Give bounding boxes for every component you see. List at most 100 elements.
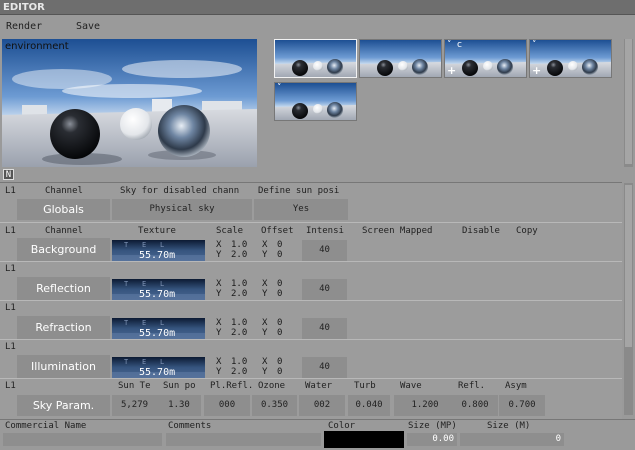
texture-thumbnail[interactable]: T E L 55.70m <box>112 240 205 261</box>
material-thumbnail[interactable]: ˅ c + <box>444 39 527 78</box>
sky-param-value[interactable]: 1.200 <box>394 395 456 416</box>
offset-x-value[interactable]: 0 <box>277 279 282 289</box>
save-menu-item[interactable]: Save <box>76 21 100 32</box>
texture-slot-letter: L <box>160 280 165 288</box>
size-m-label: Size (M) <box>487 421 531 431</box>
preview-scrollbar-thumb[interactable] <box>625 39 632 164</box>
scale-x-value[interactable]: 1.0 <box>231 357 247 367</box>
chevron-down-icon[interactable]: ˅ <box>277 83 282 93</box>
intensity-value[interactable]: 40 <box>302 240 347 261</box>
texture-slot-letter: E <box>142 280 147 288</box>
define-sun-value[interactable]: Yes <box>254 199 348 220</box>
intensity-value[interactable]: 40 <box>302 279 347 300</box>
channel-name-cell[interactable]: Reflection <box>17 277 110 301</box>
scale-x-axis-label: X <box>216 318 222 328</box>
scale-x-axis-label: X <box>216 357 222 367</box>
intensity-value[interactable]: 40 <box>302 318 347 339</box>
sky-disabled-value[interactable]: Physical sky <box>112 199 252 220</box>
plus-icon[interactable]: + <box>532 64 541 77</box>
sky-param-value[interactable]: 0.700 <box>499 395 545 416</box>
sky-param-header: Turb <box>354 381 376 391</box>
channel-layer-label: L1 <box>5 264 16 274</box>
thumbnail-render-image <box>275 40 356 77</box>
scale-x-value[interactable]: 1.0 <box>231 318 247 328</box>
thumbnail-render-image <box>360 40 441 77</box>
sky-param-header: Sun po <box>163 381 196 391</box>
comments-field[interactable] <box>166 433 321 446</box>
texture-size-value: 55.70m <box>139 367 176 378</box>
scale-y-value[interactable]: 2.0 <box>231 289 247 299</box>
offset-y-axis-label: Y <box>262 328 268 338</box>
offset-x-value[interactable]: 0 <box>277 357 282 367</box>
channel-column-header: Channel <box>45 226 83 236</box>
channel-name-cell[interactable]: Refraction <box>17 316 110 340</box>
row-divider <box>0 261 622 262</box>
material-thumbnail[interactable]: ˅ + <box>529 39 612 78</box>
offset-y-value[interactable]: 0 <box>277 289 282 299</box>
parameters-scrollbar-thumb[interactable] <box>625 185 632 347</box>
environment-preview[interactable]: environment <box>2 39 257 167</box>
channels-layer-label: L1 <box>5 226 16 236</box>
sky-param-value[interactable]: 1.30 <box>157 395 201 416</box>
thumbnail-render-image <box>275 83 356 120</box>
globals-layer-label: L1 <box>5 186 16 196</box>
chevron-down-icon[interactable]: ˅ <box>447 40 452 50</box>
material-thumbnail[interactable]: ˅ <box>274 82 357 121</box>
texture-size-value: 55.70m <box>139 328 176 339</box>
offset-column-header: Offset <box>261 226 294 236</box>
scale-x-value[interactable]: 1.0 <box>231 279 247 289</box>
sky-param-value[interactable]: 000 <box>204 395 250 416</box>
texture-thumbnail[interactable]: T E L 55.70m <box>112 279 205 300</box>
offset-x-axis-label: X <box>262 279 268 289</box>
globals-channel-header: Channel <box>45 186 83 196</box>
sky-param-value[interactable]: 0.040 <box>348 395 390 416</box>
commercial-name-field[interactable] <box>3 433 162 446</box>
scale-y-value[interactable]: 2.0 <box>231 367 247 377</box>
sky-param-value[interactable]: 002 <box>299 395 345 416</box>
sky-param-header: Ozone <box>258 381 286 391</box>
row-divider <box>0 339 622 340</box>
offset-x-value[interactable]: 0 <box>277 318 282 328</box>
intensity-value[interactable]: 40 <box>302 357 347 378</box>
color-label: Color <box>328 421 356 431</box>
offset-y-value[interactable]: 0 <box>277 328 282 338</box>
sky-disabled-header: Sky for disabled chann <box>120 186 240 196</box>
texture-thumbnail[interactable]: T E L 55.70m <box>112 318 205 339</box>
offset-x-axis-label: X <box>262 357 268 367</box>
scale-y-axis-label: Y <box>216 367 222 377</box>
offset-y-value[interactable]: 0 <box>277 367 282 377</box>
offset-x-axis-label: X <box>262 318 268 328</box>
sky-param-header: Refl. <box>458 381 486 391</box>
chevron-down-icon[interactable]: ˅ <box>532 40 537 50</box>
disable-column-header: Disable <box>462 226 500 236</box>
commercial-name-label: Commercial Name <box>5 421 87 431</box>
scale-y-value[interactable]: 2.0 <box>231 328 247 338</box>
texture-slot-letter: T <box>124 358 129 366</box>
window-title: EDITOR <box>0 0 635 15</box>
sky-params-name-cell[interactable]: Sky Param. <box>17 395 110 416</box>
parameters-scrollbar[interactable] <box>624 183 633 415</box>
offset-y-value[interactable]: 0 <box>277 250 282 260</box>
offset-x-value[interactable]: 0 <box>277 240 282 250</box>
channel-name-cell[interactable]: Illumination <box>17 355 110 379</box>
sky-param-value[interactable]: 0.350 <box>252 395 297 416</box>
plus-icon[interactable]: + <box>447 64 456 77</box>
material-thumbnail[interactable] <box>274 39 357 78</box>
n-toggle-button[interactable]: N <box>3 169 14 180</box>
channel-name-cell[interactable]: Background <box>17 238 110 262</box>
sky-param-value[interactable]: 5,279 <box>112 395 157 416</box>
material-thumbnail[interactable] <box>359 39 442 78</box>
color-swatch[interactable] <box>324 431 404 448</box>
globals-name-cell[interactable]: Globals <box>17 199 110 220</box>
preview-scrollbar[interactable] <box>624 39 633 167</box>
size-mp-field[interactable]: 0.00 <box>407 433 457 446</box>
row-divider <box>0 378 622 379</box>
render-menu-item[interactable]: Render <box>6 21 42 32</box>
texture-thumbnail[interactable]: T E L 55.70m <box>112 357 205 378</box>
scale-y-value[interactable]: 2.0 <box>231 250 247 260</box>
scale-x-value[interactable]: 1.0 <box>231 240 247 250</box>
sky-param-value[interactable]: 0.800 <box>452 395 498 416</box>
size-m-field[interactable]: 0 <box>460 433 564 446</box>
channel-layer-label: L1 <box>5 303 16 313</box>
comments-label: Comments <box>168 421 212 431</box>
